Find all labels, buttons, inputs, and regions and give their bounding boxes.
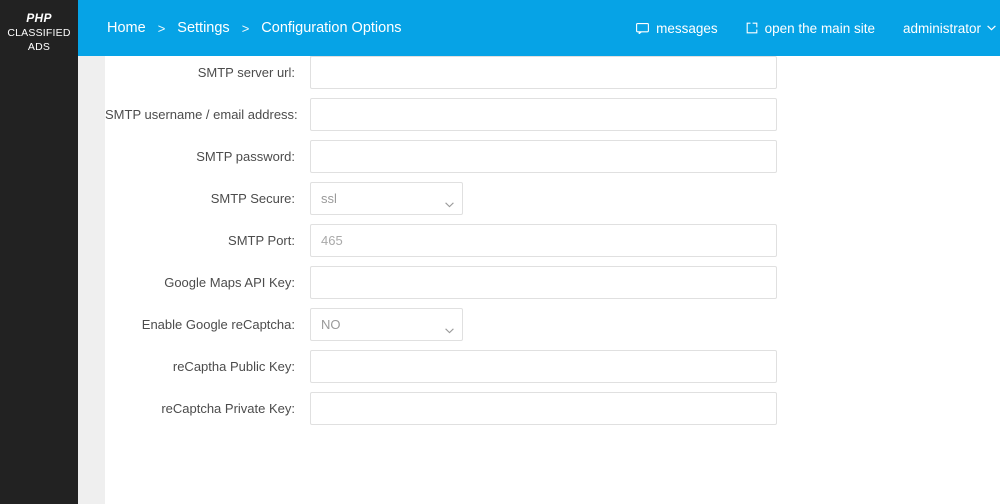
field-label: SMTP server url: [197,65,295,80]
brand-line-php: PHP [26,11,52,25]
smtp-port-input[interactable] [310,224,777,257]
comment-icon [636,22,650,34]
field-label: SMTP password: [196,149,295,164]
smtp-secure-select[interactable]: ssl [310,182,463,215]
top-header-bar: Home > Settings > Configuration Options … [78,0,1000,56]
form-row: Enable Google reCaptcha: NO [105,308,1000,350]
save-row: Save [105,460,1000,504]
field-label: SMTP Port: [228,233,295,248]
content-panel: SMTP server url: SMTP username / email a… [105,0,1000,504]
form-row: SMTP Port: [105,224,1000,266]
smtp-server-url-input[interactable] [310,56,777,89]
enable-recaptcha-select-wrap: NO [310,308,463,341]
field-label: reCaptcha Private Key: [161,401,295,416]
configuration-form: SMTP server url: SMTP username / email a… [105,56,1000,434]
admin-page: PHP CLASSIFIED ADS SMTP server url: SMTP… [0,0,1000,504]
smtp-secure-select-wrap: ssl [310,182,463,215]
breadcrumb-separator: > [241,20,250,36]
external-link-icon [746,22,758,34]
sidebar: PHP CLASSIFIED ADS [0,0,78,504]
smtp-password-input[interactable] [310,140,777,173]
form-row: Google Maps API Key: [105,266,1000,308]
nav-item-label: open the main site [764,20,875,36]
nav-item-messages[interactable]: messages [636,21,718,36]
chevron-down-icon [987,25,996,31]
breadcrumb: Home > Settings > Configuration Options [107,0,402,56]
form-row: reCaptha Public Key: [105,350,1000,392]
breadcrumb-item-configuration-options: Configuration Options [261,20,402,36]
field-label: SMTP Secure: [210,191,295,206]
form-row: SMTP password: [105,140,1000,182]
form-row: SMTP Secure: ssl [105,182,1000,224]
smtp-username-input[interactable] [310,98,777,131]
breadcrumb-separator: > [157,20,166,36]
field-label: reCaptha Public Key: [172,359,295,374]
brand-line-classified: CLASSIFIED [7,26,71,39]
breadcrumb-item-home[interactable]: Home [107,20,146,36]
nav-item-label: administrator [902,20,981,36]
top-nav: messages open the main site administrato… [636,0,1000,56]
form-row: SMTP server url: [105,56,1000,98]
field-label: SMTP username / email address: [105,107,298,122]
recaptcha-private-key-input[interactable] [310,392,777,425]
nav-item-label: messages [656,20,718,36]
recaptcha-public-key-input[interactable] [310,350,777,383]
enable-recaptcha-select[interactable]: NO [310,308,463,341]
nav-item-open-main-site[interactable]: open the main site [746,21,875,36]
nav-item-administrator[interactable]: administrator [903,21,996,36]
google-maps-api-key-input[interactable] [310,266,777,299]
brand-logo[interactable]: PHP CLASSIFIED ADS [0,0,78,55]
field-label: Google Maps API Key: [164,275,295,290]
brand-line-ads: ADS [27,40,51,53]
page-gutter [78,56,105,504]
form-row: reCaptcha Private Key: [105,392,1000,434]
field-label: Enable Google reCaptcha: [141,317,295,332]
breadcrumb-item-settings[interactable]: Settings [177,20,229,36]
form-row: SMTP username / email address: [105,98,1000,140]
